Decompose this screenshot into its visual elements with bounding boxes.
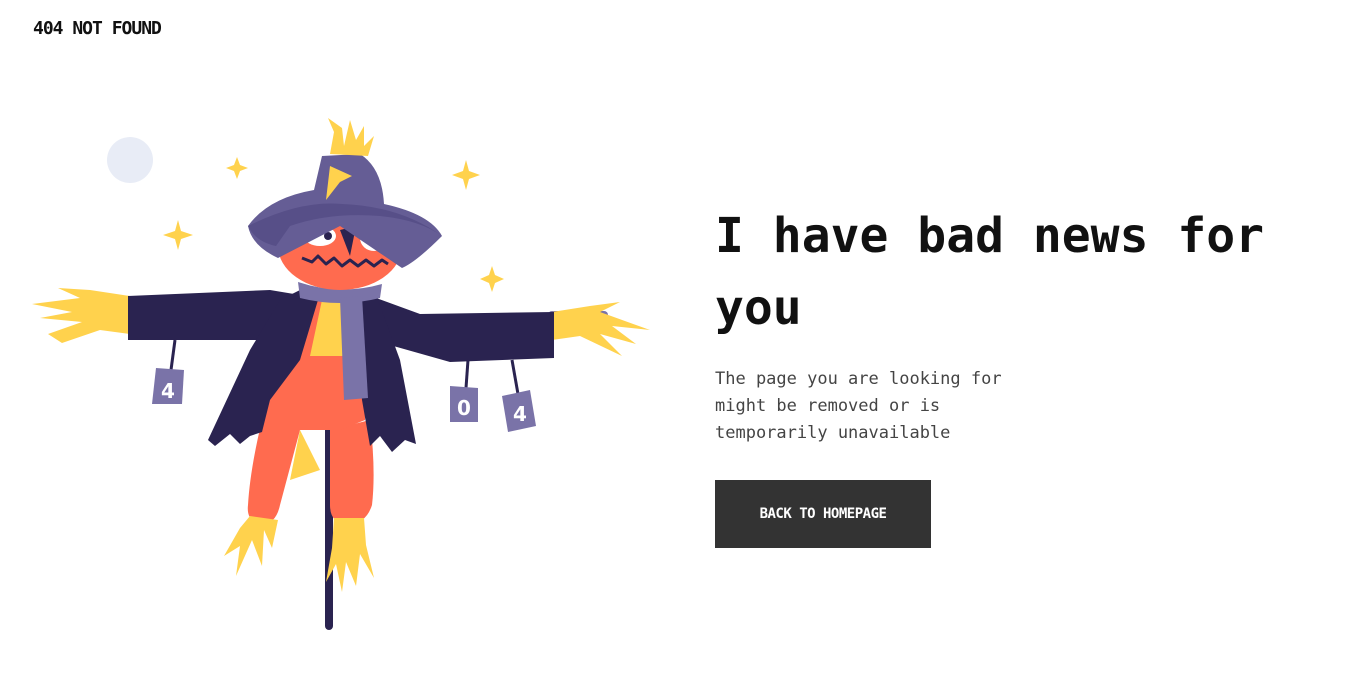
hat-straw bbox=[328, 118, 374, 156]
can-label: 0 bbox=[457, 396, 471, 420]
brand-logo[interactable]: 404 NOT FOUND bbox=[33, 18, 162, 39]
moon-shape bbox=[107, 137, 153, 183]
can-label: 4 bbox=[513, 402, 527, 426]
error-content: I have bad news for you The page you are… bbox=[715, 200, 1335, 548]
can-label: 4 bbox=[161, 379, 175, 403]
back-to-homepage-button[interactable]: BACK TO HOMEPAGE bbox=[715, 480, 931, 548]
page-title: I have bad news for you bbox=[715, 208, 1265, 336]
scarecrow-illustration: 4 0 4 bbox=[32, 118, 650, 630]
straw-feet bbox=[224, 516, 374, 592]
error-message: The page you are looking for might be re… bbox=[715, 369, 1002, 443]
